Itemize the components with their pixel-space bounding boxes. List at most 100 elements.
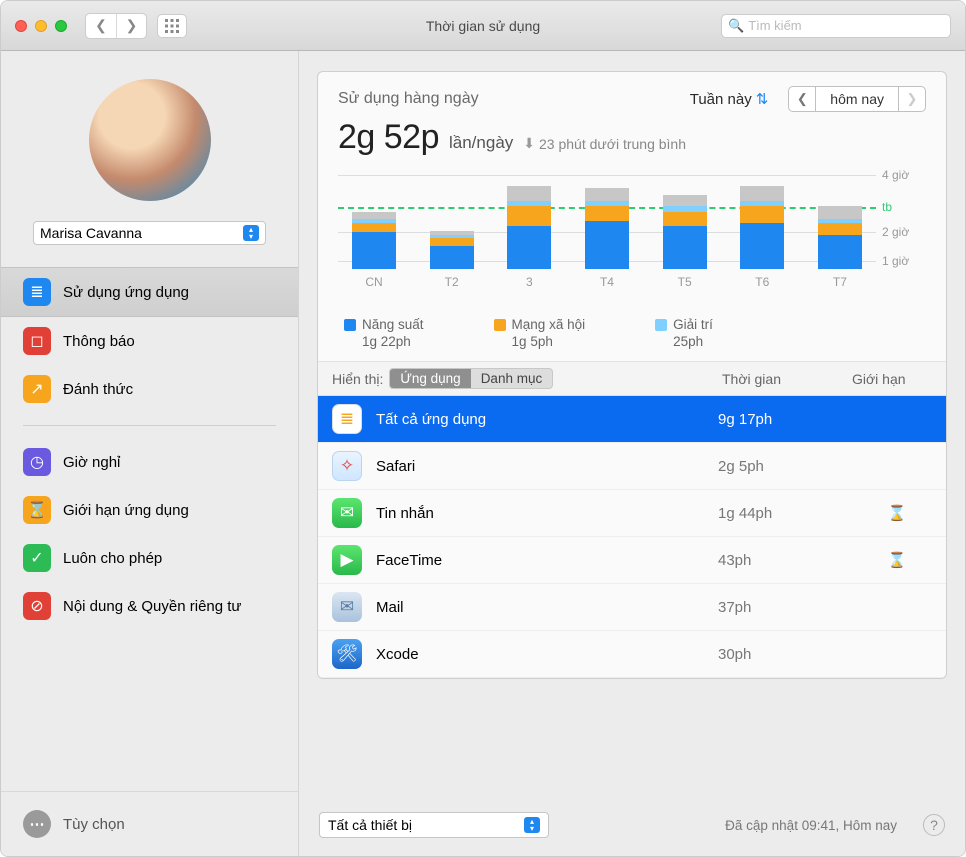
nav-back-forward: ❮ ❯ (85, 13, 147, 39)
app-name: Tin nhắn (376, 505, 704, 522)
sidebar-item-0[interactable]: ◷Giờ nghỉ (1, 438, 298, 486)
legend-item: Năng suất1g 22ph (344, 317, 424, 349)
next-button[interactable]: ❯ (898, 86, 926, 112)
sidebar-item-1[interactable]: ◻Thông báo (1, 317, 298, 365)
app-row[interactable]: 🛠 Xcode 30ph (318, 631, 946, 678)
app-name: Tất cả ứng dụng (376, 411, 704, 428)
app-name: FaceTime (376, 552, 704, 569)
app-time: 43ph (718, 552, 848, 569)
x-axis-label: T5 (678, 275, 692, 289)
sidebar: Marisa Cavanna ▴▾ ≣Sử dụng ứng dụng◻Thôn… (1, 51, 299, 856)
app-time: 2g 5ph (718, 458, 848, 475)
sidebar-item-label: Luôn cho phép (63, 550, 162, 567)
col-time: Thời gian (722, 371, 852, 387)
app-name: Xcode (376, 646, 704, 663)
x-axis-label: T2 (445, 275, 459, 289)
period-label: Tuần này (690, 91, 752, 108)
card-title: Sử dụng hàng ngày (338, 90, 479, 108)
table-header: Hiển thị: Ứng dụng Danh mục Thời gian Gi… (318, 362, 946, 396)
date-nav: ❮ hôm nay ❯ (788, 86, 926, 112)
app-row[interactable]: ≣ Tất cả ứng dụng 9g 17ph (318, 396, 946, 443)
search-icon: 🔍 (728, 18, 744, 34)
app-time: 37ph (718, 599, 848, 616)
device-select[interactable]: Tất cả thiết bị ▴▾ (319, 812, 549, 838)
show-label: Hiển thị: (332, 371, 383, 387)
safari-icon: ✧ (332, 451, 362, 481)
app-limit: ⌛ (862, 551, 932, 569)
sidebar-item-label: Giờ nghỉ (63, 454, 120, 471)
search-placeholder: Tìm kiếm (748, 18, 801, 33)
sidebar-item-0[interactable]: ≣Sử dụng ứng dụng (1, 267, 298, 317)
view-segmented-control: Ứng dụng Danh mục (389, 368, 553, 389)
app-name: Safari (376, 458, 704, 475)
messages-icon: ✉ (332, 498, 362, 528)
options-label: Tùy chọn (63, 816, 125, 833)
search-input[interactable]: 🔍 Tìm kiếm (721, 14, 951, 38)
below-average: ⬇ 23 phút dưới trung bình (523, 135, 686, 152)
app-list: ≣ Tất cả ứng dụng 9g 17ph ✧ Safari 2g 5ph ✉ Tin… (318, 396, 946, 678)
usage-chart: 4 giờ tb 2 giờ 1 giờ CN T2 3 T4 T5 T6 T7 (338, 169, 926, 309)
app-row[interactable]: ▶ FaceTime 43ph ⌛ (318, 537, 946, 584)
app-time: 1g 44ph (718, 505, 848, 522)
last-updated: Đã cập nhật 09:41, Hôm nay (725, 818, 897, 833)
chevron-updown-icon: ⇅ (756, 90, 769, 108)
per-day-label: lần/ngày (449, 133, 513, 153)
sidebar-item-label: Đánh thức (63, 381, 133, 398)
help-button[interactable]: ? (923, 814, 945, 836)
legend-item: Giải trí25ph (655, 317, 713, 349)
sidebar-item-2[interactable]: ↗Đánh thức (1, 365, 298, 413)
seg-apps[interactable]: Ứng dụng (390, 369, 470, 388)
options-button[interactable]: ⋯ Tùy chọn (1, 791, 298, 856)
sidebar-item-2[interactable]: ✓Luôn cho phép (1, 534, 298, 582)
layers-icon: ≣ (332, 404, 362, 434)
total-time: 2g 52p (338, 118, 439, 157)
xcode-icon: 🛠 (332, 639, 362, 669)
y-axis-label: 4 giờ (882, 168, 926, 182)
window-title: Thời gian sử dụng (426, 18, 540, 34)
close-button[interactable] (15, 20, 27, 32)
forward-button[interactable]: ❯ (116, 14, 146, 38)
mail-icon: ✉ (332, 592, 362, 622)
app-row[interactable]: ✉ Mail 37ph (318, 584, 946, 631)
separator (23, 425, 276, 426)
col-limit: Giới hạn (852, 371, 932, 387)
minimize-button[interactable] (35, 20, 47, 32)
back-button[interactable]: ❮ (86, 14, 116, 38)
x-axis-label: CN (365, 275, 382, 289)
sidebar-item-label: Giới hạn ứng dụng (63, 502, 189, 519)
x-axis-label: T7 (833, 275, 847, 289)
sidebar-item-label: Nội dung & Quyền riêng tư (63, 598, 241, 615)
seg-categories[interactable]: Danh mục (471, 369, 553, 388)
sidebar-item-1[interactable]: ⌛Giới hạn ứng dụng (1, 486, 298, 534)
app-limit: ⌛ (862, 504, 932, 522)
sidebar-item-label: Thông báo (63, 333, 135, 350)
prev-button[interactable]: ❮ (788, 86, 816, 112)
legend-item: Mạng xã hội1g 5ph (494, 317, 586, 349)
sidebar-item-3[interactable]: ⊘Nội dung & Quyền riêng tư (1, 582, 298, 630)
chart-legend: Năng suất1g 22ph Mạng xã hội1g 5ph Giải tr… (318, 315, 946, 362)
app-name: Mail (376, 599, 704, 616)
period-select[interactable]: Tuần này ⇅ (690, 90, 769, 108)
x-axis-label: T4 (600, 275, 614, 289)
x-axis-label: T6 (755, 275, 769, 289)
y-axis-label: 2 giờ (882, 225, 926, 239)
y-axis-label: 1 giờ (882, 254, 926, 268)
zoom-button[interactable] (55, 20, 67, 32)
titlebar: ❮ ❯ Thời gian sử dụng 🔍 Tìm kiếm (1, 1, 965, 51)
app-row[interactable]: ✉ Tin nhắn 1g 44ph ⌛ (318, 490, 946, 537)
app-time: 9g 17ph (718, 411, 848, 428)
x-axis-label: 3 (526, 275, 533, 289)
device-label: Tất cả thiết bị (328, 817, 412, 833)
ellipsis-icon: ⋯ (23, 810, 51, 838)
today-button[interactable]: hôm nay (816, 86, 898, 112)
chevron-updown-icon: ▴▾ (524, 817, 540, 833)
user-select[interactable]: Marisa Cavanna ▴▾ (33, 221, 266, 245)
user-avatar (89, 79, 211, 201)
facetime-icon: ▶ (332, 545, 362, 575)
down-arrow-icon: ⬇ (523, 135, 535, 152)
app-time: 30ph (718, 646, 848, 663)
y-axis-label: tb (882, 200, 926, 214)
footer: Tất cả thiết bị ▴▾ Đã cập nhật 09:41, Hô… (299, 794, 965, 856)
app-row[interactable]: ✧ Safari 2g 5ph (318, 443, 946, 490)
show-all-button[interactable] (157, 14, 187, 38)
